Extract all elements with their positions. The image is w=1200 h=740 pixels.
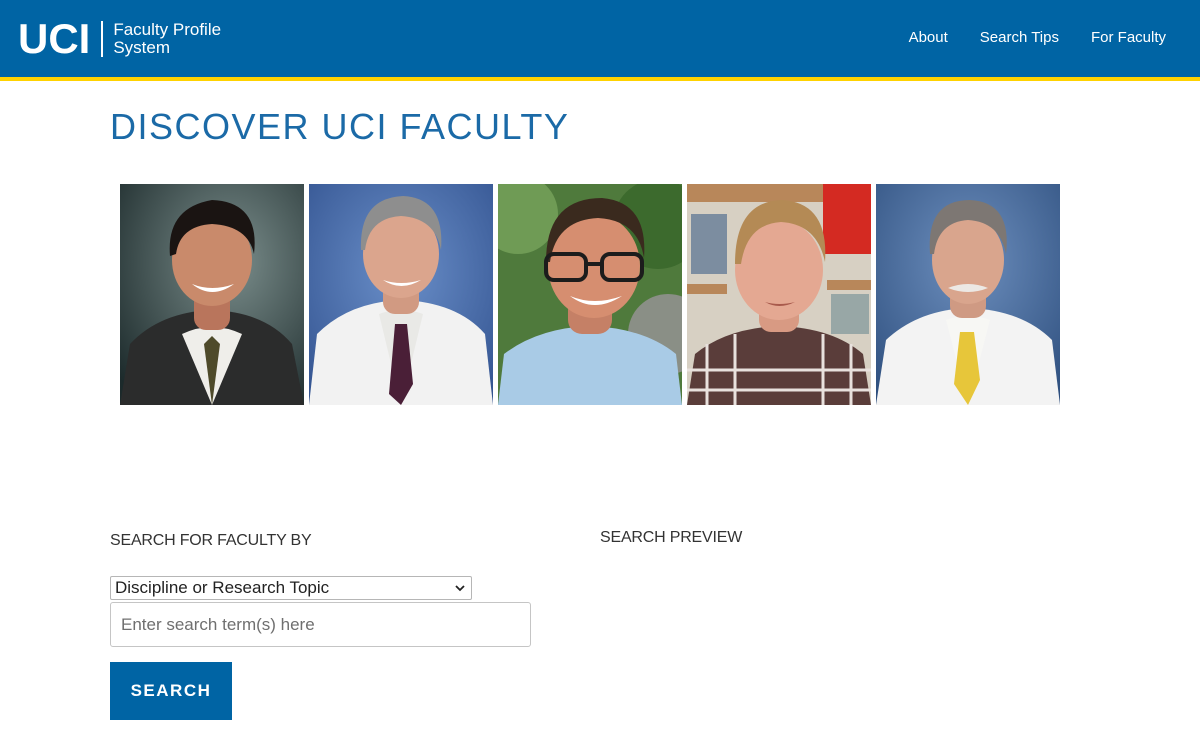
logo-line-1: Faculty Profile [113,20,222,39]
faculty-portrait-2-icon [309,184,493,405]
search-by-select-value: Discipline or Research Topic [115,578,330,597]
main-nav: About Search Tips For Faculty [909,29,1166,46]
logo-mark: UCI [18,15,91,62]
faculty-photo-5 [876,184,1060,405]
logo-text: Faculty Profile System [113,21,221,57]
search-preview-heading: SEARCH PREVIEW [600,529,743,546]
faculty-portrait-1-icon [120,184,304,405]
page-title: DISCOVER UCI FACULTY [110,106,570,147]
nav-search-tips[interactable]: Search Tips [980,29,1059,46]
search-button[interactable]: SEARCH [110,662,232,720]
search-by-select[interactable]: Discipline or Research Topic [110,576,472,600]
faculty-portrait-3-icon [498,184,682,405]
logo-line-2: System [113,38,171,57]
faculty-photo-3 [498,184,682,405]
logo-divider [101,21,104,57]
faculty-photo-1 [120,184,304,405]
faculty-portrait-4-icon [687,184,871,405]
header-gold-stripe [0,77,1200,81]
nav-for-faculty[interactable]: For Faculty [1091,29,1166,46]
faculty-photo-4 [687,184,871,405]
faculty-photo-2 [309,184,493,405]
site-header: UCI Faculty Profile System About Search … [0,0,1200,77]
chevron-down-icon [455,585,465,592]
search-input[interactable] [110,602,531,647]
nav-about[interactable]: About [909,29,948,46]
faculty-photo-strip [120,184,1060,405]
faculty-portrait-5-icon [876,184,1060,405]
site-logo[interactable]: UCI Faculty Profile System [18,15,221,62]
search-heading: SEARCH FOR FACULTY BY [110,532,312,549]
